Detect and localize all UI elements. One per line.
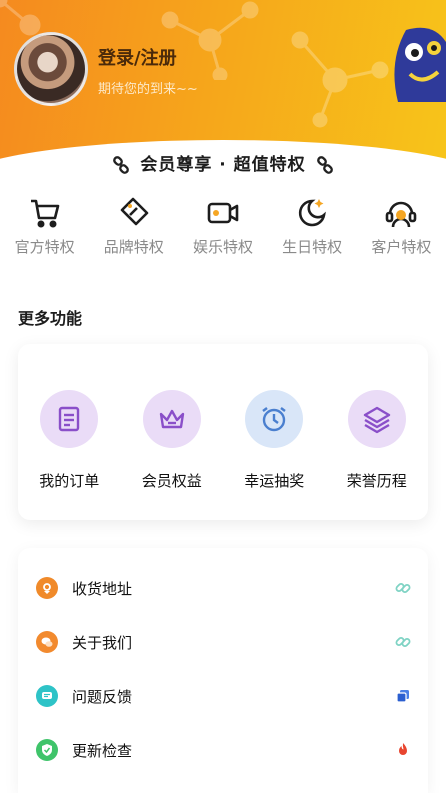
privilege-label: 官方特权 <box>14 238 75 256</box>
settings-list: 收货地址 关于我们 问题反馈 更新检查 <box>18 548 428 793</box>
customer-service-icon <box>386 201 417 228</box>
list-item-about[interactable]: 关于我们 <box>18 622 428 662</box>
crown-icon <box>159 409 184 429</box>
list-item-label: 更新检查 <box>72 741 133 760</box>
privilege-birthday[interactable]: 生日特权 <box>268 196 357 266</box>
function-label: 会员权益 <box>141 472 202 490</box>
privilege-label: 生日特权 <box>282 238 343 256</box>
my-orders-button[interactable]: 我的订单 <box>18 390 121 491</box>
lucky-draw-button[interactable]: 幸运抽奖 <box>223 390 326 491</box>
more-functions-title: 更多功能 <box>18 309 83 328</box>
molecule-decoration-icon <box>291 31 389 128</box>
list-item-feedback[interactable]: 问题反馈 <box>18 676 428 716</box>
function-label: 荣誉历程 <box>346 472 407 490</box>
list-item-label: 关于我们 <box>72 633 133 652</box>
privilege-brand[interactable]: 品牌特权 <box>89 196 178 266</box>
copy-icon <box>396 690 409 703</box>
icon-circle <box>245 390 304 448</box>
privilege-entertainment[interactable]: 娱乐特权 <box>178 196 267 266</box>
address-icon <box>36 577 58 599</box>
privilege-label: 客户特权 <box>371 238 432 256</box>
member-benefits-button[interactable]: 会员权益 <box>121 390 224 491</box>
shopping-cart-icon <box>30 199 59 228</box>
chain-link-icon <box>113 156 130 174</box>
privilege-label: 娱乐特权 <box>192 238 253 256</box>
icon-circle <box>142 390 201 448</box>
chat-icon <box>36 685 58 707</box>
icon-circle <box>347 390 406 448</box>
welcome-subtitle: 期待您的到来~~ <box>98 82 198 97</box>
avatar[interactable] <box>14 32 88 106</box>
vip-privileges: 官方特权 品牌特权 娱乐特权 生日特权 客户特权 <box>0 196 446 266</box>
vip-title-text: 会员尊享 · 超值特权 <box>140 155 306 175</box>
icon-circle <box>40 390 99 448</box>
order-list-icon <box>59 406 80 432</box>
list-item-update[interactable]: 更新检查 <box>18 730 428 770</box>
link-icon <box>395 583 411 593</box>
moon-star-icon <box>299 199 327 227</box>
honor-history-button[interactable]: 荣誉历程 <box>326 390 429 491</box>
tag-icon <box>120 197 149 226</box>
list-item-address[interactable]: 收货地址 <box>18 568 428 608</box>
privilege-label: 品牌特权 <box>103 238 164 256</box>
more-functions-card: 我的订单 会员权益 幸运抽奖 荣誉历程 <box>18 344 428 520</box>
alarm-clock-icon <box>262 407 286 432</box>
privilege-customer[interactable]: 客户特权 <box>357 196 446 266</box>
list-item-label: 问题反馈 <box>72 687 133 706</box>
function-label: 幸运抽奖 <box>244 472 305 490</box>
shield-check-icon <box>36 739 58 761</box>
video-camera-icon <box>207 202 239 224</box>
privilege-official[interactable]: 官方特权 <box>0 196 89 266</box>
link-icon <box>395 637 411 647</box>
login-register-link[interactable]: 登录/注册 <box>98 44 177 70</box>
layers-icon <box>363 406 390 434</box>
list-item-label: 收货地址 <box>72 579 133 598</box>
chain-link-icon <box>316 156 333 174</box>
function-label: 我的订单 <box>39 472 100 490</box>
wechat-icon <box>36 631 58 653</box>
fire-icon <box>399 743 407 755</box>
monster-mascot-icon <box>394 27 446 102</box>
vip-section-title: 会员尊享 · 超值特权 <box>0 150 446 175</box>
